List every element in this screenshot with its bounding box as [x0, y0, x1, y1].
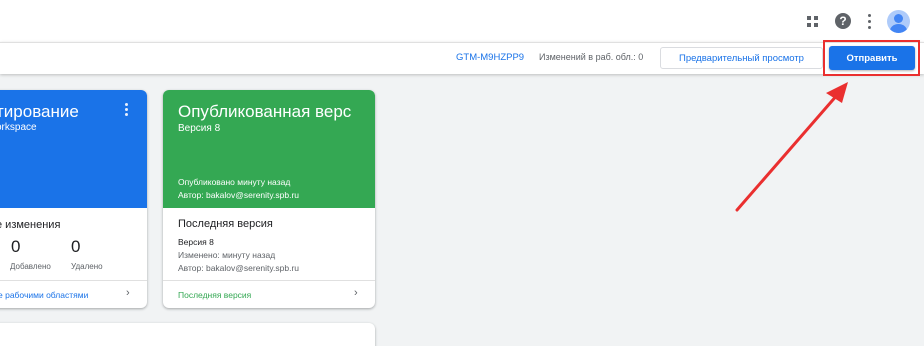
workspace-card-footer[interactable]: е рабочими областями ›	[0, 280, 147, 308]
account-avatar-icon[interactable]	[887, 10, 910, 33]
apps-grid-icon[interactable]	[801, 10, 823, 32]
chevron-right-icon[interactable]: ›	[354, 287, 358, 299]
card-menu-icon[interactable]	[125, 103, 128, 116]
workspace-changes-title: е изменения	[0, 219, 61, 231]
workspace-card-header: тирование orkspace	[0, 90, 147, 208]
submit-button[interactable]: Отправить	[829, 46, 915, 70]
workspace-card-subtitle: orkspace	[0, 122, 37, 133]
workspace-card-title: тирование	[0, 102, 79, 121]
workspace-changes-count: Изменений в раб. обл.: 0	[539, 52, 644, 62]
more-vert-icon[interactable]	[858, 10, 880, 32]
removed-count: 0	[71, 237, 81, 256]
published-card-title: Опубликованная верс	[178, 102, 352, 121]
latest-version-number: Версия 8	[178, 237, 214, 247]
published-author: Автор: bakalov@serenity.spb.ru	[178, 190, 300, 200]
latest-version-changed: Изменено: минуту назад	[178, 250, 276, 260]
latest-version-link[interactable]: Последняя версия	[178, 290, 251, 300]
top-app-bar	[0, 0, 924, 42]
added-label: Добавлено	[10, 262, 51, 271]
manage-workspaces-link[interactable]: е рабочими областями	[0, 290, 88, 300]
bottom-card	[0, 323, 375, 346]
published-card-footer[interactable]: Последняя версия ›	[163, 280, 375, 308]
workspace-card: тирование orkspace е изменения 0 Добавле…	[0, 90, 147, 308]
annotation-arrow-shaft	[735, 92, 840, 212]
chevron-right-icon[interactable]: ›	[126, 287, 130, 299]
removed-label: Удалено	[71, 262, 103, 271]
latest-version-title: Последняя версия	[178, 218, 273, 230]
published-card-header: Опубликованная верс Версия 8 Опубликован…	[163, 90, 375, 208]
help-glyph: ?	[835, 13, 851, 29]
added-count: 0	[11, 237, 21, 256]
published-version-card: Опубликованная верс Версия 8 Опубликован…	[163, 90, 375, 308]
latest-version-author: Автор: bakalov@serenity.spb.ru	[178, 263, 300, 273]
published-info: Опубликовано минуту назад Автор: bakalov…	[178, 176, 299, 202]
preview-button[interactable]: Предварительный просмотр	[660, 47, 823, 69]
container-id-link[interactable]: GTM-M9HZPP9	[456, 52, 524, 63]
help-icon[interactable]: ?	[832, 10, 854, 32]
published-card-version: Версия 8	[178, 123, 221, 134]
published-time: Опубликовано минуту назад	[178, 177, 291, 187]
annotation-arrow-head	[826, 82, 848, 103]
